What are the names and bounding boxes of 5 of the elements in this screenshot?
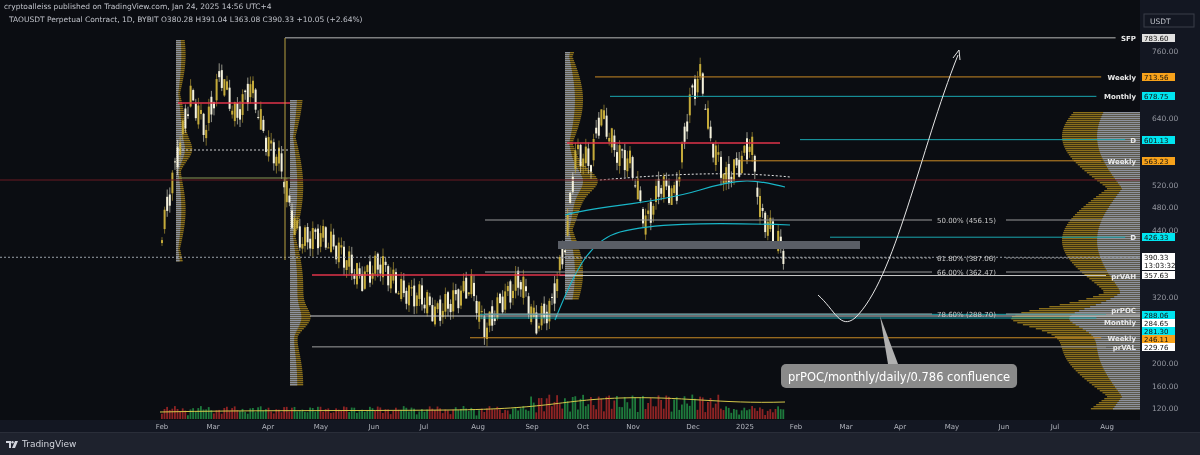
callout-pointer — [880, 316, 898, 364]
brand-name: TradingView — [22, 439, 77, 449]
currency-button[interactable] — [1143, 13, 1195, 28]
callout-label: prPOC/monthly/daily/0.786 confluence — [781, 364, 1018, 388]
logo-icon — [6, 440, 18, 448]
